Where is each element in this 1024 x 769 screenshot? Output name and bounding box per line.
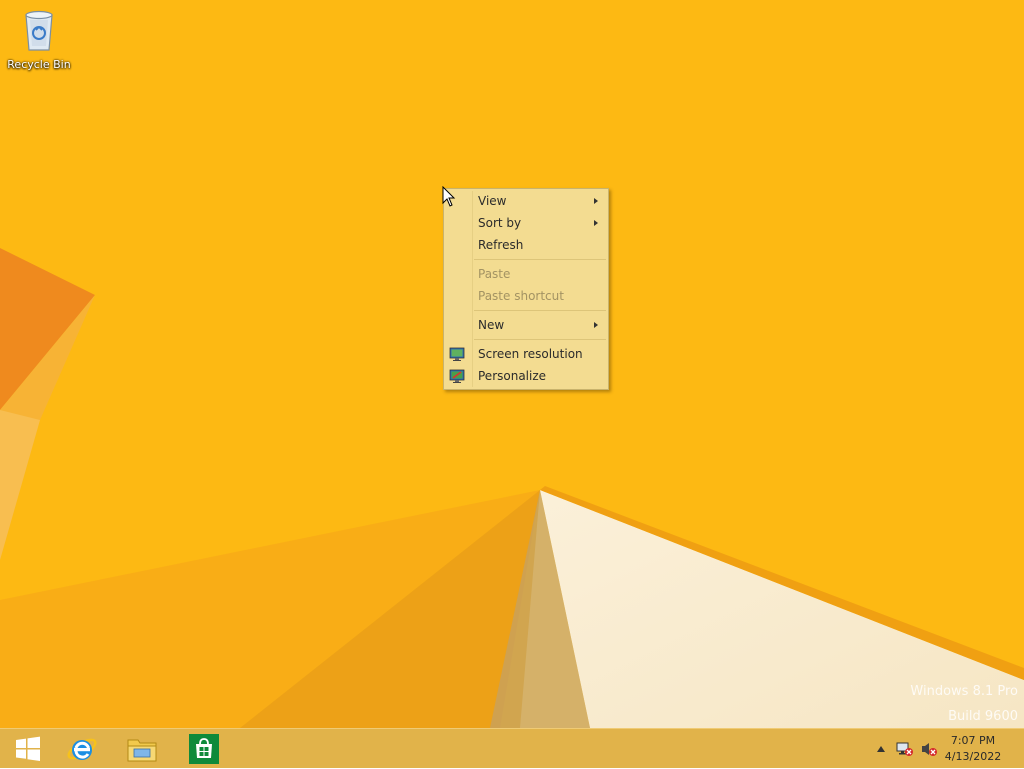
clock-time: 7:07 PM	[950, 734, 996, 747]
menu-item-label: Screen resolution	[478, 347, 583, 361]
menu-item-screen-resolution[interactable]: Screen resolution	[446, 343, 606, 365]
show-hidden-icons-icon	[877, 746, 885, 752]
volume-muted-icon	[922, 743, 937, 756]
build-number-watermark: Build 9600	[948, 709, 1018, 724]
menu-item-personalize[interactable]: Personalize	[446, 365, 606, 387]
personalize-icon	[449, 369, 465, 383]
submenu-arrow-icon	[594, 322, 598, 328]
windows-edition-watermark: Windows 8.1 Pro	[910, 684, 1018, 699]
submenu-arrow-icon	[594, 198, 598, 204]
internet-explorer-button[interactable]	[54, 729, 110, 769]
store-button[interactable]	[176, 729, 232, 769]
screen-resolution-icon	[449, 347, 465, 361]
desktop-context-menu: View Sort by Refresh Paste Paste shortcu…	[443, 188, 609, 390]
network-icon	[896, 742, 913, 756]
menu-separator	[474, 339, 606, 340]
recycle-bin-label: Recycle Bin	[7, 58, 71, 71]
menu-item-label: Paste	[478, 267, 511, 281]
submenu-arrow-icon	[594, 220, 598, 226]
store-icon	[189, 734, 219, 764]
start-button[interactable]	[0, 729, 56, 769]
menu-item-label: Sort by	[478, 216, 522, 230]
show-hidden-icons-button[interactable]	[874, 729, 888, 769]
recycle-bin-icon	[25, 10, 53, 51]
menu-item-label: New	[478, 318, 505, 332]
file-explorer-icon	[127, 739, 157, 762]
volume-button[interactable]	[918, 729, 940, 769]
menu-item-label: Paste shortcut	[478, 289, 564, 303]
menu-item-refresh[interactable]: Refresh	[446, 234, 606, 256]
menu-separator	[474, 310, 606, 311]
network-status-button[interactable]	[894, 729, 916, 769]
menu-item-paste[interactable]: Paste	[446, 263, 606, 285]
menu-item-sort-by[interactable]: Sort by	[446, 212, 606, 234]
menu-item-view[interactable]: View	[446, 190, 606, 212]
internet-explorer-icon	[67, 738, 97, 760]
menu-item-label: Refresh	[478, 238, 524, 252]
taskbar: 7:07 PM 4/13/2022	[0, 728, 1024, 768]
menu-item-paste-shortcut[interactable]: Paste shortcut	[446, 285, 606, 307]
clock-date: 4/13/2022	[944, 750, 1002, 763]
file-explorer-button[interactable]	[114, 729, 170, 769]
windows-logo-icon	[16, 736, 40, 761]
menu-item-label: Personalize	[478, 369, 547, 383]
desktop[interactable]: Recycle Bin Windows 8.1 Pro Build 9600 V…	[0, 0, 1024, 728]
mouse-pointer-icon	[442, 186, 456, 207]
recycle-bin-shortcut[interactable]: Recycle Bin	[4, 6, 74, 71]
menu-item-new[interactable]: New	[446, 314, 606, 336]
menu-separator	[474, 259, 606, 260]
taskbar-clock[interactable]: 7:07 PM 4/13/2022	[938, 733, 1008, 765]
menu-item-label: View	[478, 194, 507, 208]
